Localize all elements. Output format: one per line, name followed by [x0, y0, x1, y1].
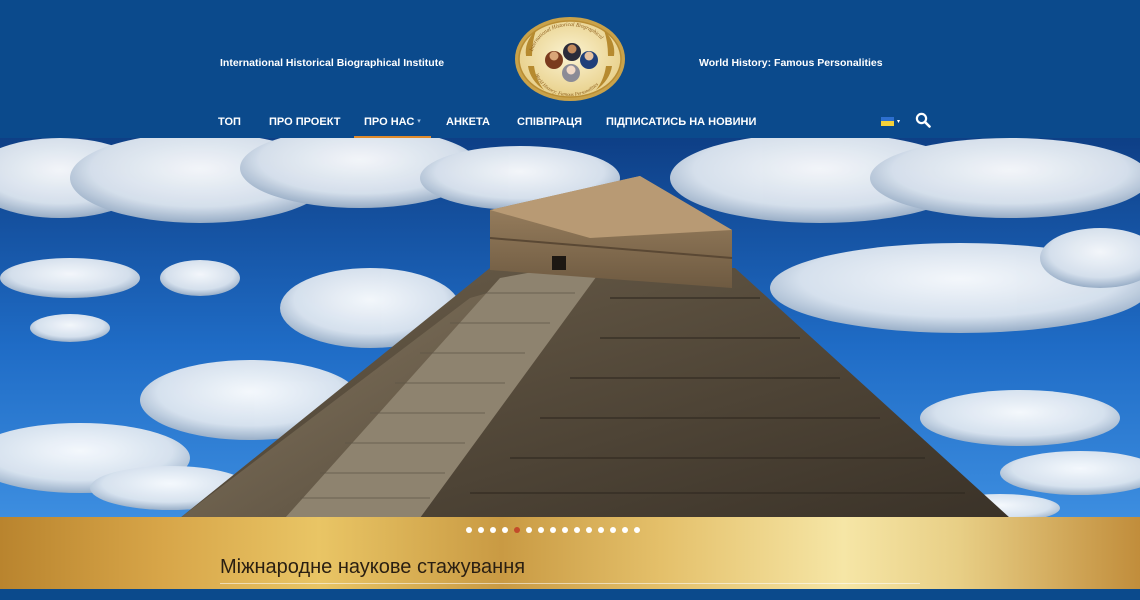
ukraine-flag-icon [881, 116, 894, 126]
search-button[interactable] [915, 112, 931, 128]
language-switcher[interactable]: ▾ [881, 114, 900, 128]
bottom-bar [0, 589, 1140, 600]
pyramid-image [0, 138, 1140, 518]
slider-dot[interactable] [598, 527, 604, 533]
search-icon [915, 112, 931, 128]
nav-item-label: АНКЕТА [446, 116, 490, 128]
logo-emblem: International Historical Biographical Wo… [515, 17, 625, 101]
slider-pagination [466, 527, 640, 535]
nav-item-top[interactable]: ТОП [218, 108, 241, 138]
slider-dot[interactable] [502, 527, 508, 533]
slider-dot[interactable] [538, 527, 544, 533]
nav-item-label: ПІДПИСАТИСЬ НА НОВИНИ [606, 116, 757, 128]
slider-dot[interactable] [466, 527, 472, 533]
slider-dot-active[interactable] [514, 527, 520, 533]
slider-dot[interactable] [550, 527, 556, 533]
chevron-down-icon: ▾ [897, 118, 901, 125]
slider-dot[interactable] [490, 527, 496, 533]
site-logo[interactable]: International Historical Biographical Wo… [514, 16, 626, 102]
slider-dot[interactable] [478, 527, 484, 533]
chevron-down-icon: ▾ [417, 118, 421, 126]
slider-dot[interactable] [634, 527, 640, 533]
nav-item-about-project[interactable]: ПРО ПРОЕКТ [269, 108, 340, 138]
main-nav: ТОП ПРО ПРОЕКТ ПРО НАС ▾ АНКЕТА СПІВПРАЦЯ… [0, 108, 1140, 138]
nav-item-questionnaire[interactable]: АНКЕТА [446, 108, 490, 138]
nav-item-label: ТОП [218, 116, 241, 128]
tagline-left: International Historical Biographical In… [220, 57, 445, 69]
nav-item-subscribe[interactable]: ПІДПИСАТИСЬ НА НОВИНИ [606, 108, 756, 138]
slider-dot[interactable] [622, 527, 628, 533]
nav-item-label: СПІВПРАЦЯ [517, 116, 583, 128]
caption-divider [220, 583, 920, 584]
slider-dot[interactable] [562, 527, 568, 533]
slider-dot[interactable] [610, 527, 616, 533]
nav-item-cooperation[interactable]: СПІВПРАЦЯ [517, 108, 582, 138]
tagline-right: World History: Famous Personalities [699, 57, 883, 69]
slider-caption-banner: Міжнародне наукове стажування [0, 517, 1140, 589]
slider-dot[interactable] [574, 527, 580, 533]
nav-item-about-us[interactable]: ПРО НАС ▾ [354, 108, 431, 138]
slider-dot[interactable] [526, 527, 532, 533]
nav-item-label: ПРО ПРОЕКТ [269, 116, 341, 128]
hero-slide-image [0, 138, 1140, 518]
slide-caption[interactable]: Міжнародне наукове стажування [220, 556, 525, 579]
slider-dot[interactable] [586, 527, 592, 533]
nav-item-label: ПРО НАС [364, 116, 415, 128]
